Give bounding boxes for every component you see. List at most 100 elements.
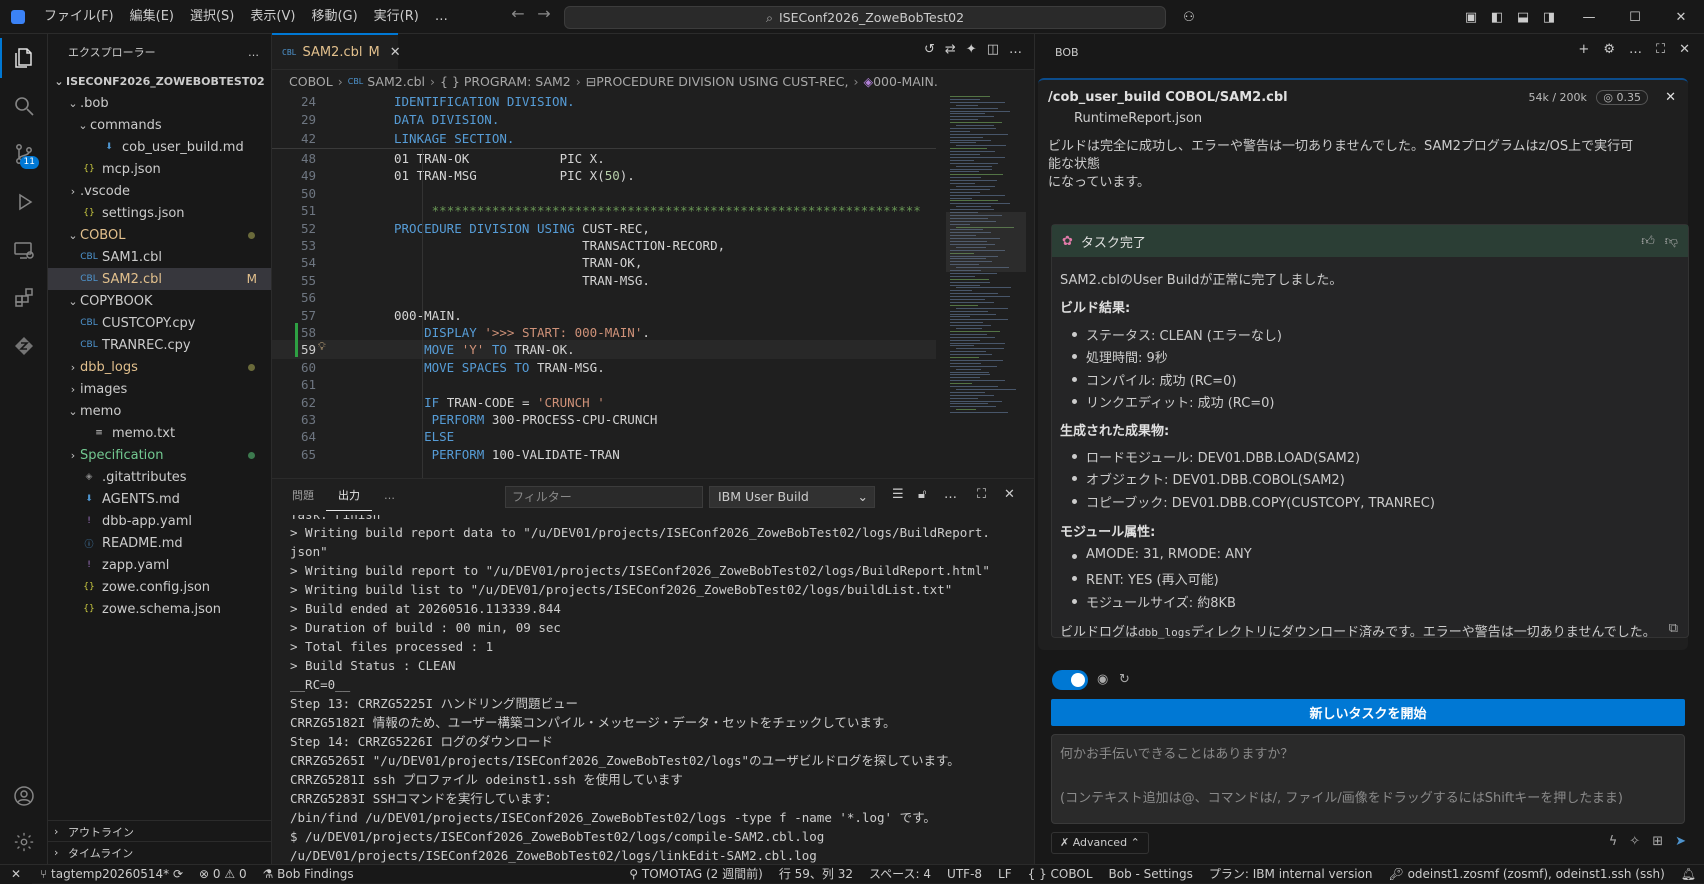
bob-more-icon[interactable]: … <box>1629 42 1642 57</box>
tree-item[interactable]: CBL SAM2.cbl M <box>48 268 271 290</box>
tree-item[interactable]: {} zowe.config.json <box>48 576 271 598</box>
outline-section[interactable]: › アウトライン <box>48 820 271 842</box>
notifications-bell-icon[interactable]: 🔔︎ <box>1673 865 1704 884</box>
refresh-icon[interactable]: ↻ <box>1119 672 1130 687</box>
menu-item[interactable]: ファイル(F) <box>36 0 122 34</box>
thumbs-down-icon[interactable]: 👎︎ <box>1665 234 1678 249</box>
run-debug-icon[interactable] <box>0 182 48 222</box>
tree-item[interactable]: CBL TRANREC.cpy <box>48 334 271 356</box>
menu-item[interactable]: 表示(V) <box>242 0 303 34</box>
tree-item[interactable]: ⌄ COPYBOOK <box>48 290 271 312</box>
minimap-viewport[interactable] <box>946 212 1026 272</box>
editor-more-icon[interactable]: … <box>1009 42 1022 57</box>
lock-scroll-icon[interactable]: 🔓︎ <box>918 487 926 502</box>
enhance-prompt-icon[interactable]: ✧ <box>1629 834 1640 849</box>
copilot-icon[interactable]: ⚇ <box>1176 4 1202 30</box>
tree-item[interactable]: CBL CUSTCOPY.cpy <box>48 312 271 334</box>
close-panel-icon[interactable]: ✕ <box>1004 487 1015 502</box>
output-log[interactable]: Task: Finish > Writing build report data … <box>290 515 1030 865</box>
tree-item[interactable]: › images <box>48 378 271 400</box>
tree-item[interactable]: ⬇ AGENTS.md <box>48 488 271 510</box>
customize-layout-icon[interactable]: ▣ <box>1458 4 1484 30</box>
toggle-secondary-sidebar-icon[interactable]: ◨ <box>1536 4 1562 30</box>
workspace-root[interactable]: ⌄ ISECONF2026_ZOWEBOBTEST02 <box>48 70 271 92</box>
tree-item[interactable]: ! zapp.yaml <box>48 554 271 576</box>
menu-item[interactable]: 移動(G) <box>303 0 365 34</box>
tab-output[interactable]: 出力 <box>326 481 372 511</box>
bob-settings-gear-icon[interactable]: ⚙ <box>1603 42 1615 57</box>
explorer-more-icon[interactable]: … <box>248 46 259 59</box>
lightning-icon[interactable]: ϟ <box>1609 834 1618 849</box>
new-task-button[interactable]: 新しいタスクを開始 <box>1051 699 1685 726</box>
zowe-explorer-icon[interactable] <box>0 326 48 366</box>
clear-output-icon[interactable]: ☰ <box>892 487 904 502</box>
plan-item[interactable]: プラン: IBM internal version <box>1201 865 1381 884</box>
extensions-icon[interactable] <box>0 278 48 318</box>
forward-arrow-icon[interactable]: → <box>531 4 557 23</box>
tree-item[interactable]: CBL SAM1.cbl <box>48 246 271 268</box>
language-mode[interactable]: { } COBOL <box>1020 865 1101 884</box>
remote-indicator-icon[interactable]: ✕ <box>0 864 32 884</box>
maximize-panel-icon[interactable]: ⛶ <box>977 487 986 502</box>
end-of-line[interactable]: LF <box>990 865 1020 884</box>
split-editor-icon[interactable]: ◫ <box>987 42 999 57</box>
tree-item[interactable]: {} zowe.schema.json <box>48 598 271 620</box>
branch-item[interactable]: ⑂ tagtemp20260514* ⟳ <box>32 865 191 884</box>
tree-item[interactable]: ◈ .gitattributes <box>48 466 271 488</box>
timeline-history-icon[interactable]: ↺ <box>924 42 935 57</box>
minimap[interactable] <box>946 92 1026 478</box>
bob-findings-item[interactable]: ⚗ Bob Findings <box>255 865 362 884</box>
close-window-icon[interactable]: ✕ <box>1658 0 1704 34</box>
close-task-icon[interactable]: ✕ <box>1665 90 1676 105</box>
chat-input[interactable]: 何かお手伝いできることはありますか？ (コンテキスト追加は@、コマンドは/, フ… <box>1051 734 1685 824</box>
add-image-icon[interactable]: ⊞ <box>1652 834 1663 849</box>
manage-gear-icon[interactable] <box>0 822 48 862</box>
close-tab-icon[interactable]: ✕ <box>390 45 401 60</box>
search-view-icon[interactable] <box>0 86 48 126</box>
timeline-section[interactable]: › タイムライン <box>48 841 271 863</box>
tree-item[interactable]: › dbb_logs <box>48 356 271 378</box>
accounts-icon[interactable] <box>0 776 48 816</box>
encoding[interactable]: UTF-8 <box>939 865 990 884</box>
tree-item[interactable]: ⓘ README.md <box>48 532 271 554</box>
maximize-icon[interactable]: ☐ <box>1612 0 1658 34</box>
indentation[interactable]: スペース: 4 <box>861 865 939 884</box>
back-arrow-icon[interactable]: ← <box>505 4 531 23</box>
output-filter-input[interactable]: フィルター <box>505 486 703 508</box>
bob-action-icon[interactable]: ✦ <box>966 42 977 57</box>
breadcrumb-item[interactable]: PROCEDURE DIVISION USING CUST-REC, <box>596 74 848 89</box>
tree-item[interactable]: ⌄ .bob <box>48 92 271 114</box>
cursor-position[interactable]: 行 59、列 32 <box>771 865 861 884</box>
menu-item[interactable]: 選択(S) <box>182 0 242 34</box>
tree-item[interactable]: ! dbb-app.yaml <box>48 510 271 532</box>
command-center-search[interactable]: ⌕ ISEConf2026_ZoweBobTest02 <box>564 6 1166 29</box>
tree-item[interactable]: {} mcp.json <box>48 158 271 180</box>
compare-changes-icon[interactable]: ⇄ <box>945 42 956 57</box>
tree-item[interactable]: ⌄ memo <box>48 400 271 422</box>
close-icon[interactable]: ✕ <box>1679 42 1690 57</box>
git-blame-item[interactable]: ⚲ TOMOTAG (2 週間前) <box>621 865 771 884</box>
tree-item[interactable]: ⬇ cob_user_build.md <box>48 136 271 158</box>
minimize-icon[interactable]: — <box>1566 0 1612 34</box>
toggle-panel-icon[interactable]: ⬓ <box>1510 4 1536 30</box>
tree-item[interactable]: ⌄ commands <box>48 114 271 136</box>
send-icon[interactable]: ➤ <box>1675 834 1686 849</box>
menu-item[interactable]: … <box>427 0 456 34</box>
problems-item[interactable]: ⊗ 0 ⚠ 0 <box>191 865 255 884</box>
tree-item[interactable]: ≡ memo.txt <box>48 422 271 444</box>
tree-item[interactable]: {} settings.json <box>48 202 271 224</box>
lightbulb-icon[interactable]: 💡︎ <box>318 340 326 354</box>
source-control-icon[interactable]: 11 <box>0 134 48 174</box>
breadcrumb-item[interactable]: SAM2.cbl <box>367 74 425 89</box>
copy-icon[interactable]: ⧉ <box>1669 621 1678 636</box>
tab-sam2-cbl[interactable]: CBL SAM2.cbl M ✕ <box>272 33 401 69</box>
panel-more-icon[interactable]: … <box>372 479 407 513</box>
breadcrumb-item[interactable]: { } PROGRAM: SAM2 <box>440 74 571 89</box>
explorer-icon[interactable] <box>0 38 48 78</box>
tree-item[interactable]: › .vscode <box>48 180 271 202</box>
eye-icon[interactable]: ◉ <box>1097 672 1108 687</box>
bob-settings-item[interactable]: Bob - Settings <box>1101 865 1201 884</box>
toggle-primary-sidebar-icon[interactable]: ◧ <box>1484 4 1510 30</box>
breadcrumb-item[interactable]: 000-MAIN. <box>873 74 938 89</box>
tree-item[interactable]: ⌄ COBOL <box>48 224 271 246</box>
